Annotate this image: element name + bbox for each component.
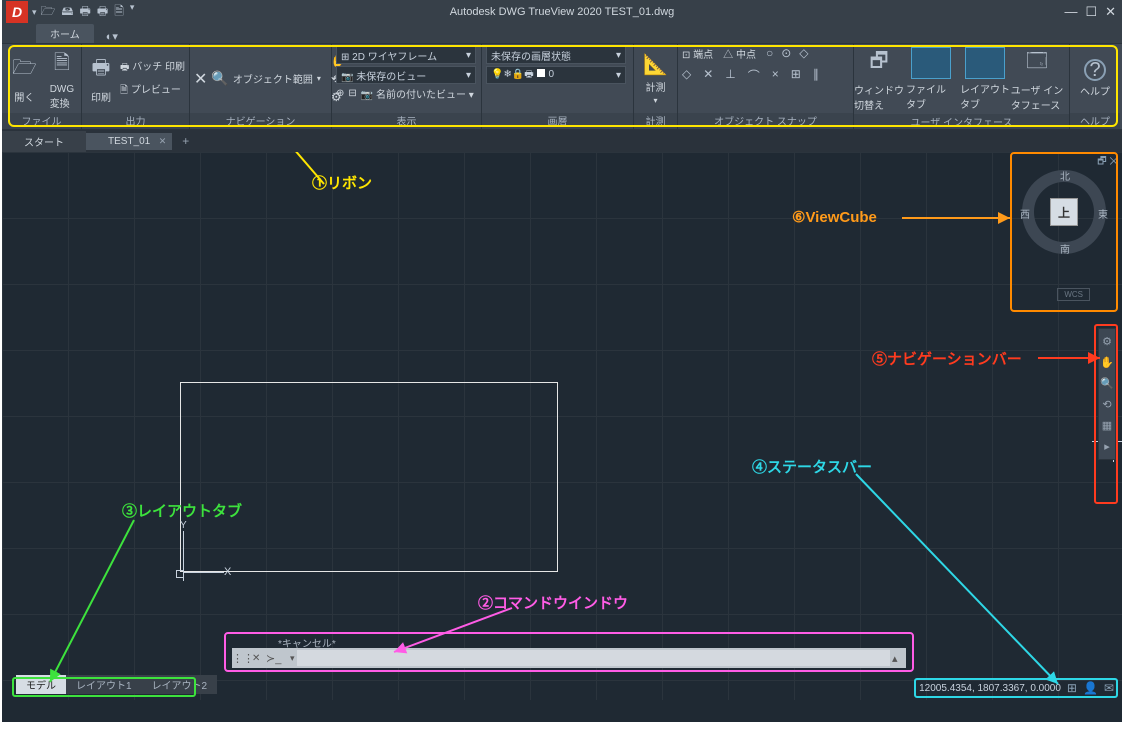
panel-title-measure: 計測 xyxy=(634,113,677,129)
osnap-icon-7[interactable]: ∥ xyxy=(813,67,819,84)
panel-title-help: ヘルプ xyxy=(1070,113,1120,129)
ribbon: 🗁開く 🗎DWG 変換 ファイル 🖶印刷 🖶 バッチ 印刷 🗎 プレビュー 出力… xyxy=(2,44,1122,130)
osnap-endpoint-button[interactable]: ⊡ 端点 xyxy=(682,46,713,61)
addins-icon[interactable]: ◐▾ xyxy=(106,30,118,43)
minimize-button[interactable]: — xyxy=(1064,4,1077,20)
osnap-icon-5[interactable]: × xyxy=(772,67,779,84)
osnap-geo-icon[interactable]: ⊙ xyxy=(781,46,791,61)
help-button[interactable]: ?ヘルプ xyxy=(1074,59,1116,98)
annotation-cmdline-outline xyxy=(224,632,914,672)
close-button[interactable]: ✕ xyxy=(1105,4,1116,20)
ucs-x-label: X xyxy=(224,566,231,578)
osnap-icon-4[interactable]: ⌒ xyxy=(748,67,760,84)
qat-more-icon[interactable]: ▾ xyxy=(130,2,135,23)
view-icon-2[interactable]: ⊟ xyxy=(348,88,356,99)
annotation-viewcube-outline xyxy=(1010,152,1118,312)
ribbon-tab-home[interactable]: ホーム xyxy=(36,24,94,43)
osnap-icon-1[interactable]: ◇ xyxy=(682,67,691,84)
osnap-center-icon[interactable]: ○ xyxy=(766,46,773,61)
view-icon-1[interactable]: ⊕ xyxy=(336,88,344,99)
qat-open-icon[interactable]: 🗁 xyxy=(41,2,56,23)
window-switch-button[interactable]: 🗗ウィンドウ 切替え xyxy=(858,46,900,112)
annotation-layout-outline xyxy=(12,677,196,697)
measure-button[interactable]: 📐計測▾ xyxy=(638,52,673,105)
titlebar: D ▾ 🗁 🖴 🖶 🖶 🗎 ▾ Autodesk DWG TrueView 20… xyxy=(2,0,1122,24)
user-interface-button[interactable]: 🗔ユーザ イン タフェース xyxy=(1014,46,1060,112)
close-tab-icon[interactable]: ✕ xyxy=(159,136,167,147)
osnap-midpoint-button[interactable]: △ 中点 xyxy=(723,46,756,61)
file-tab-test01[interactable]: TEST_01✕ xyxy=(86,133,172,150)
panel-title-ui: ユーザ インタフェース xyxy=(854,114,1069,129)
preview-button[interactable]: 🗎 プレビュー xyxy=(120,81,185,100)
dwg-convert-button[interactable]: 🗎DWG 変換 xyxy=(47,48,77,110)
batch-print-button[interactable]: 🖶 バッチ 印刷 xyxy=(120,58,185,77)
layouttab-toggle-button[interactable]: レイアウト タブ xyxy=(962,47,1008,111)
layer-dropdown[interactable]: 💡❄🔒🖶 0▾ xyxy=(486,66,626,84)
qat-plot-icon[interactable]: 🖶 xyxy=(97,2,108,23)
zoom-extents-button[interactable]: ✕🔍オブジェクト範囲 ▾ xyxy=(194,69,321,89)
maximize-button[interactable]: ☐ xyxy=(1085,4,1097,20)
osnap-icon-2[interactable]: ✕ xyxy=(703,67,713,84)
qat-preview-icon[interactable]: 🗎 xyxy=(114,2,124,23)
layer-state-dropdown[interactable]: 未保存の画層状態▾ xyxy=(486,46,626,64)
drawing-canvas[interactable]: 🗗 ✕ Y X 上 北 南 西 東 WCS ⚙ ✋ 🔍 ⟲ ▦ ▸ xyxy=(2,152,1122,700)
osnap-icon-3[interactable]: ⊥ xyxy=(725,67,735,84)
named-views-button[interactable]: 📷 名前の付いたビュー ▾ xyxy=(361,86,474,101)
app-window: D ▾ 🗁 🖴 🖶 🖶 🗎 ▾ Autodesk DWG TrueView 20… xyxy=(2,0,1122,722)
panel-title-osnap: オブジェクト スナップ xyxy=(678,113,853,129)
panel-title-file: ファイル xyxy=(2,113,81,129)
panel-title-nav: ナビゲーション xyxy=(190,113,331,129)
filetab-toggle-button[interactable]: ファイル タブ xyxy=(906,47,956,111)
print-button[interactable]: 🖶印刷 xyxy=(86,53,116,104)
qat-save-icon[interactable]: 🖴 xyxy=(61,2,73,23)
panel-title-output: 出力 xyxy=(82,113,189,129)
osnap-icon-6[interactable]: ⊞ xyxy=(791,67,801,84)
saved-view-dropdown[interactable]: 📷 未保存のビュー▾ xyxy=(336,66,476,84)
panel-title-view: 表示 xyxy=(332,113,481,129)
app-logo-icon[interactable]: D xyxy=(6,1,28,23)
open-button[interactable]: 🗁開く xyxy=(6,53,43,104)
file-tab-start[interactable]: スタート xyxy=(2,131,86,152)
quick-access-toolbar: 🗁 🖴 🖶 🖶 🗎 ▾ xyxy=(41,2,135,23)
panel-title-layer: 画層 xyxy=(482,113,633,129)
drawing-rectangle xyxy=(180,382,558,572)
ribbon-tabs: ホーム ◐▾ xyxy=(2,24,1122,44)
osnap-node-icon[interactable]: ◇ xyxy=(799,46,808,61)
visual-style-dropdown[interactable]: ⊞ 2D ワイヤフレーム▾ xyxy=(336,46,476,64)
qat-print-icon[interactable]: 🖶 xyxy=(80,2,91,23)
annotation-navbar-outline xyxy=(1094,324,1118,504)
new-tab-button[interactable]: + xyxy=(172,131,199,151)
window-title: Autodesk DWG TrueView 2020 TEST_01.dwg xyxy=(450,6,675,18)
annotation-status-outline xyxy=(914,678,1118,698)
file-tabs: スタート TEST_01✕ + xyxy=(2,130,1122,152)
